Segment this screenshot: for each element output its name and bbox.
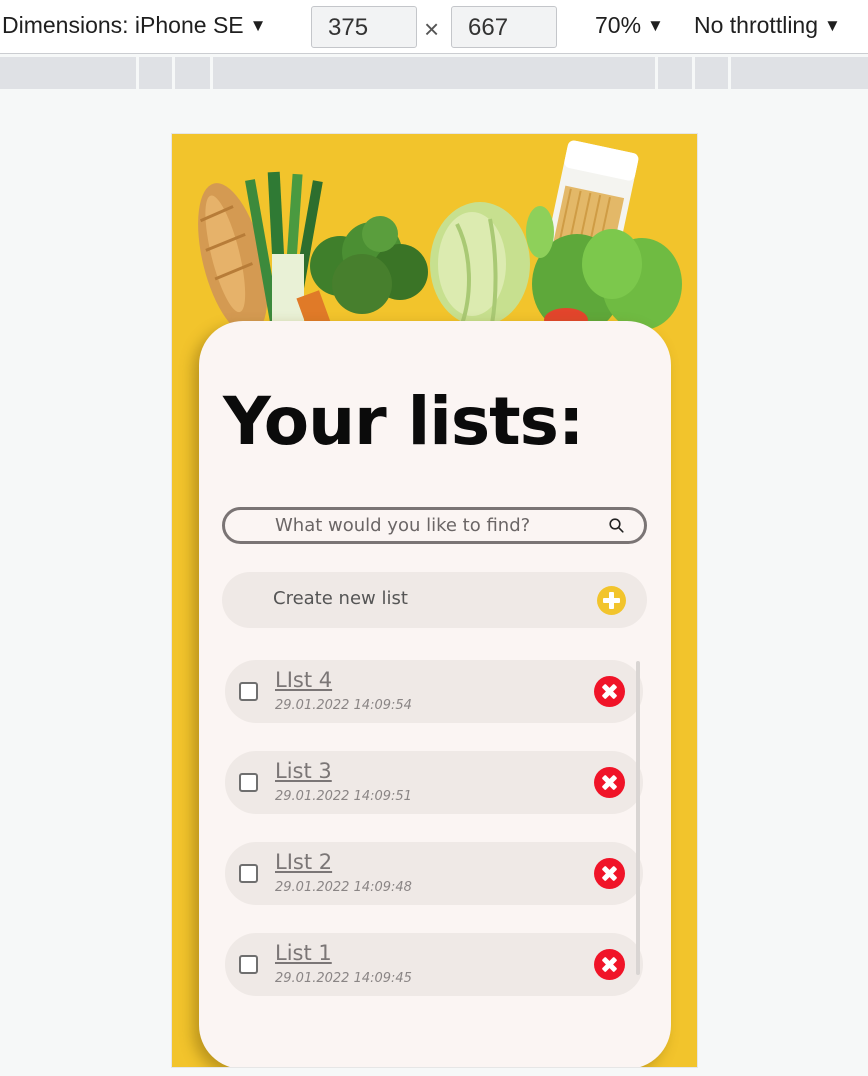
chevron-down-icon: ▼: [249, 16, 267, 35]
ruler-divider: [728, 57, 731, 89]
height-input[interactable]: 667: [451, 6, 557, 48]
ruler-divider: [172, 57, 175, 89]
list-checkbox[interactable]: [239, 773, 258, 792]
chevron-down-icon: ▼: [647, 16, 664, 35]
search-bar[interactable]: [222, 507, 647, 544]
list-item[interactable]: List 1 29.01.2022 14:09:45: [225, 933, 643, 996]
list-item[interactable]: LIst 4 29.01.2022 14:09:54: [225, 660, 643, 723]
list-name-link[interactable]: List 3: [275, 759, 332, 783]
ruler-divider: [655, 57, 658, 89]
search-input[interactable]: [225, 510, 644, 541]
list-date: 29.01.2022 14:09:54: [275, 698, 412, 713]
ruler-divider: [210, 57, 213, 89]
list-name-link[interactable]: List 1: [275, 941, 332, 965]
list-item[interactable]: LIst 2 29.01.2022 14:09:48: [225, 842, 643, 905]
delete-icon[interactable]: [594, 949, 625, 980]
media-query-ruler[interactable]: [0, 57, 868, 89]
devtools-toolbar: Dimensions: iPhone SE ▼ 375 × 667 70% ▼ No…: [0, 0, 868, 54]
list-checkbox[interactable]: [239, 955, 258, 974]
lists-scrollbar[interactable]: [636, 661, 640, 975]
times-sign: ×: [424, 14, 440, 44]
plus-icon[interactable]: [597, 586, 626, 615]
list-name-link[interactable]: LIst 2: [275, 850, 332, 874]
list-item[interactable]: List 3 29.01.2022 14:09:51: [225, 751, 643, 814]
list-date: 29.01.2022 14:09:45: [275, 971, 412, 986]
zoom-dropdown[interactable]: 70% ▼: [595, 12, 664, 39]
lists-card: Your lists: Create new list LIst 4 29.01…: [199, 321, 671, 1067]
dimensions-label: Dimensions: iPhone SE: [2, 12, 244, 38]
ruler-divider: [136, 57, 139, 89]
throttle-dropdown[interactable]: No throttling ▼: [694, 12, 841, 39]
create-list-label: Create new list: [273, 588, 408, 609]
width-input[interactable]: 375: [311, 6, 417, 48]
delete-icon[interactable]: [594, 676, 625, 707]
zoom-label: 70%: [595, 12, 642, 38]
dimensions-dropdown[interactable]: Dimensions: iPhone SE ▼: [2, 12, 266, 39]
delete-icon[interactable]: [594, 767, 625, 798]
groceries-hero-image: [198, 140, 682, 334]
search-icon[interactable]: [609, 518, 624, 533]
create-new-list-button[interactable]: Create new list: [222, 572, 647, 628]
page-title: Your lists:: [223, 383, 584, 460]
list-checkbox[interactable]: [239, 682, 258, 701]
list-date: 29.01.2022 14:09:51: [275, 789, 412, 804]
chevron-down-icon: ▼: [824, 16, 841, 35]
ruler-divider: [692, 57, 695, 89]
list-date: 29.01.2022 14:09:48: [275, 880, 412, 895]
device-viewport: Your lists: Create new list LIst 4 29.01…: [171, 133, 698, 1068]
delete-icon[interactable]: [594, 858, 625, 889]
list-checkbox[interactable]: [239, 864, 258, 883]
throttle-label: No throttling: [694, 12, 819, 38]
list-name-link[interactable]: LIst 4: [275, 668, 332, 692]
lists-container[interactable]: LIst 4 29.01.2022 14:09:54 List 3 29.01.…: [225, 660, 645, 1000]
